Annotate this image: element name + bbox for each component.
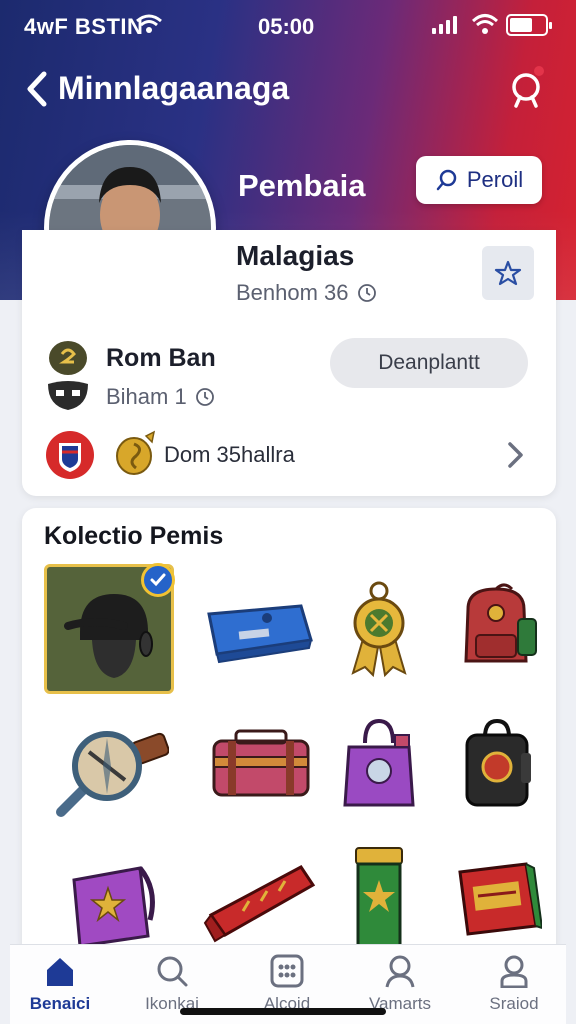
bag-icon: [72, 866, 155, 948]
backpack-icon: [464, 583, 537, 663]
wifi-icon: [136, 14, 162, 33]
toolbox-icon: [207, 604, 313, 664]
collection-item-bag-purple-star[interactable]: [44, 830, 174, 960]
collection-title: Kolectio Pemis: [44, 522, 224, 550]
collection-item-backpack-black[interactable]: [432, 698, 562, 828]
player-subtitle: Benhom 36: [236, 280, 349, 305]
clock: 05:00: [258, 14, 315, 39]
stat-text: Dom 35hallra: [164, 442, 295, 467]
team-badge-icon: [46, 431, 94, 479]
favorite-button[interactable]: [482, 246, 534, 300]
collection-item-trunk[interactable]: [196, 698, 326, 828]
home-indicator: [180, 1008, 386, 1015]
mask-icon: [48, 381, 88, 410]
collection-item-scarf[interactable]: [196, 830, 326, 960]
clock-icon: [357, 284, 376, 302]
collection-item-helmet[interactable]: [44, 563, 175, 694]
banner-icon: [355, 847, 403, 950]
star-icon: [494, 260, 522, 286]
selected-badge: [141, 563, 175, 597]
compass-icon: [56, 731, 169, 817]
grid-icon: [270, 954, 304, 988]
user-icon: [385, 955, 415, 988]
coin-icon: [116, 430, 156, 475]
battery-icon: [506, 14, 552, 36]
search-icon: [157, 956, 188, 987]
clock-icon: [195, 388, 214, 406]
club-subtitle-row: Biham 1: [106, 384, 215, 410]
collection-item-bag-purple[interactable]: [314, 698, 444, 828]
book-icon: [458, 862, 542, 936]
tab-profile-label: Sraiod: [489, 994, 539, 1013]
chevron-left-icon[interactable]: [22, 70, 52, 108]
search-icon: [436, 169, 457, 191]
signal-icon: [432, 16, 457, 34]
collection-item-toolbox[interactable]: [196, 564, 326, 694]
notification-dot: [534, 66, 544, 76]
tab-home-label: Benaici: [29, 994, 91, 1013]
check-icon: [150, 573, 166, 587]
profile-button[interactable]: Peroil: [416, 156, 542, 204]
collection-item-compass-sword[interactable]: [44, 698, 174, 828]
hero-name: Pembaia: [238, 168, 366, 203]
person-icon: [500, 955, 528, 988]
club-action-button[interactable]: Deanplantt: [330, 338, 528, 388]
wifi-icon: [472, 14, 498, 34]
search-icon[interactable]: [506, 70, 546, 110]
chevron-right-icon[interactable]: [504, 440, 526, 470]
collection-item-banner-green[interactable]: [314, 830, 444, 960]
player-subtitle-row: Benhom 36: [236, 280, 377, 306]
collection-item-book-red[interactable]: [432, 830, 562, 960]
backpack-icon: [465, 718, 531, 807]
club-logo-icon: [49, 341, 87, 375]
medal-icon: [351, 581, 407, 678]
collection-item-backpack-red[interactable]: [432, 564, 562, 694]
home-icon: [47, 958, 73, 986]
trunk-icon: [212, 729, 310, 797]
profile-button-label: Peroil: [466, 167, 524, 192]
tab-profile[interactable]: Sraiod: [464, 950, 564, 1020]
club-name: Rom Ban: [106, 344, 216, 372]
status-bar: 4wF BSTIN 05:00: [0, 0, 576, 52]
page-title: Minnlagaanaga: [58, 70, 290, 106]
collection-item-medal[interactable]: [314, 564, 444, 694]
tab-home[interactable]: Benaici: [10, 950, 110, 1020]
player-name: Malagias: [236, 240, 355, 271]
bag-icon: [343, 718, 415, 807]
scarf-icon: [203, 865, 316, 943]
carrier-label: 4wF BSTIN: [24, 14, 144, 39]
club-subtitle: Biham 1: [106, 384, 187, 409]
